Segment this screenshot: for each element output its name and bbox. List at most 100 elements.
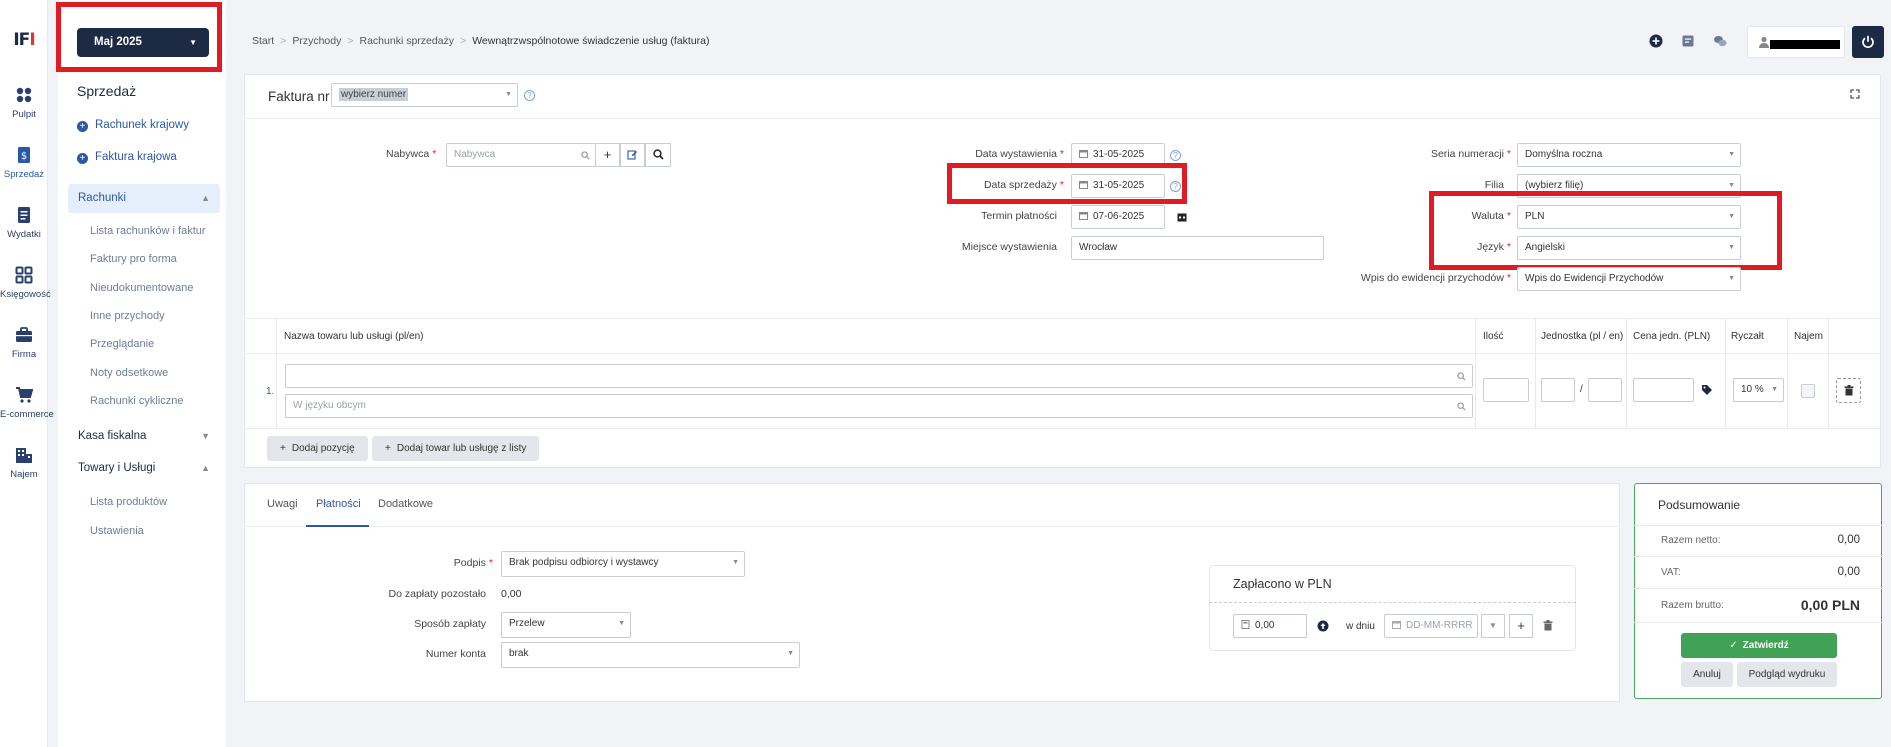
user-menu[interactable]: [1747, 26, 1845, 58]
row-number: 1.: [266, 386, 275, 397]
rail-item-ecommerce[interactable]: E-commerce: [0, 386, 54, 420]
numbering-series-label: Seria numeracji *: [1430, 148, 1511, 160]
paid-panel-title: Zapłacono w PLN: [1233, 577, 1332, 591]
divider: [1634, 622, 1882, 623]
paid-date-input[interactable]: DD-MM-RRRR: [1384, 614, 1478, 638]
expand-icon[interactable]: [1850, 89, 1860, 99]
tab-platnosci[interactable]: Płatności: [316, 498, 361, 510]
ifi-logo[interactable]: IFI: [8, 30, 40, 50]
signature-select[interactable]: Brak podpisu odbiorcy i wystawcy ▼: [501, 551, 745, 577]
cancel-button[interactable]: Anuluj: [1681, 662, 1733, 687]
tab-dodatkowe[interactable]: Dodatkowe: [378, 498, 433, 510]
unit-price-input[interactable]: [1633, 378, 1694, 402]
breadcrumb-rachunki[interactable]: Rachunki sprzedaży: [360, 35, 455, 47]
chevron-down-icon: ▼: [787, 650, 794, 657]
numbering-series-select[interactable]: Domyślna roczna ▼: [1517, 143, 1741, 167]
invoice-number-select[interactable]: wybierz numer ▼: [331, 83, 518, 107]
user-icon: [1759, 36, 1769, 48]
add-position-button[interactable]: + Dodaj pozycję: [267, 436, 368, 461]
issue-place-input[interactable]: Wrocław: [1071, 236, 1324, 260]
add-buyer-button[interactable]: +: [595, 143, 620, 167]
sidebar-section-towary[interactable]: Towary i Usługi ▲: [68, 454, 220, 483]
edit-icon: [627, 150, 637, 160]
svg-text:$: $: [21, 151, 27, 162]
arrow-up-circle-icon[interactable]: [1317, 620, 1329, 632]
divider: [1634, 525, 1882, 526]
print-preview-button[interactable]: Podgląd wydruku: [1737, 662, 1837, 687]
rail-item-firma[interactable]: Firma: [0, 326, 48, 360]
breadcrumb-start[interactable]: Start: [252, 35, 274, 47]
rail-item-ksiegowosc[interactable]: Księgowość: [0, 266, 51, 300]
remaining-value: 0,00: [501, 588, 522, 600]
ryczalt-select[interactable]: 10 % ▼: [1733, 378, 1784, 402]
column-separator: [276, 318, 277, 428]
account-number-select[interactable]: brak ▼: [501, 642, 800, 668]
table-top-border: [244, 318, 1881, 319]
tabs-divider: [244, 526, 1620, 527]
sidebar-link-faktura-krajowa[interactable]: + Faktura krajowa: [77, 151, 177, 164]
issue-date-label: Data wystawienia *: [975, 148, 1064, 160]
gross-total-value: 0,00 PLN: [1800, 597, 1860, 613]
confirm-button[interactable]: ✓ Zatwierdź: [1681, 633, 1837, 658]
notes-icon[interactable]: [1681, 34, 1695, 48]
sidebar-item-nieudokumentowane[interactable]: Nieudokumentowane: [90, 282, 193, 294]
sidebar-item-inne-przychody[interactable]: Inne przychody: [90, 310, 165, 322]
edit-buyer-button[interactable]: [620, 143, 645, 167]
rail-item-wydatki[interactable]: Wydatki: [0, 206, 48, 240]
chevron-down-icon: ▼: [505, 91, 512, 98]
income-record-select[interactable]: Wpis do Ewidencji Przychodów ▼: [1517, 267, 1741, 291]
column-header-ryczalt: Ryczałt: [1731, 331, 1764, 342]
rail-item-najem[interactable]: Najem: [0, 446, 48, 480]
rail-item-sprzedaz[interactable]: $ Sprzedaż: [0, 146, 48, 180]
sidebar-item-przegladanie[interactable]: Przeglądanie: [90, 338, 154, 350]
unit-en-input[interactable]: [1588, 378, 1622, 402]
paid-amount-input[interactable]: 0,00: [1233, 614, 1307, 638]
calendar-picker-icon[interactable]: [1177, 212, 1187, 222]
tag-icon[interactable]: [1701, 384, 1713, 396]
chevron-up-icon: ▲: [201, 463, 210, 473]
tab-uwagi[interactable]: Uwagi: [267, 498, 298, 510]
add-payment-button[interactable]: +: [1509, 614, 1533, 638]
sidebar-item-faktury-pro-forma[interactable]: Faktury pro forma: [90, 253, 177, 265]
unit-pl-input[interactable]: [1541, 378, 1575, 402]
column-header-price: Cena jedn. (PLN): [1633, 331, 1711, 342]
item-foreign-name-input[interactable]: W języku obcym: [285, 394, 1473, 418]
buyer-input[interactable]: Nabywca: [446, 143, 596, 167]
highlight-frame-sale-date: [947, 163, 1187, 204]
add-from-list-button[interactable]: + Dodaj towar lub usługę z listy: [372, 436, 540, 461]
paid-date-dropdown[interactable]: ▼: [1481, 614, 1505, 638]
payment-method-select[interactable]: Przelew ▼: [501, 612, 631, 638]
check-icon: ✓: [1729, 640, 1738, 651]
delete-row-button[interactable]: [1836, 378, 1861, 403]
help-icon[interactable]: ?: [524, 90, 535, 101]
help-icon[interactable]: ?: [1170, 150, 1181, 161]
sidebar-section-rachunki[interactable]: Rachunki ▲: [68, 184, 220, 213]
logout-button[interactable]: [1852, 26, 1884, 58]
quantity-input[interactable]: [1483, 378, 1529, 402]
payment-term-input[interactable]: 07-06-2025: [1071, 205, 1165, 229]
column-header-name: Nazwa towaru lub usługi (pl/en): [284, 331, 424, 342]
chat-icon[interactable]: [1713, 34, 1727, 48]
sidebar-item-rachunki-cykliczne[interactable]: Rachunki cykliczne: [90, 395, 184, 407]
divider: [1209, 602, 1576, 603]
chevron-right-icon: >: [347, 35, 354, 47]
sidebar-link-rachunek-krajowy[interactable]: + Rachunek krajowy: [77, 119, 189, 132]
sidebar-item-noty-odsetkowe[interactable]: Noty odsetkowe: [90, 367, 168, 379]
najem-checkbox[interactable]: [1801, 384, 1815, 398]
breadcrumb-przychody[interactable]: Przychody: [292, 35, 341, 47]
sidebar-item-ustawienia[interactable]: Ustawienia: [90, 525, 144, 537]
plus-circle-icon[interactable]: [1649, 34, 1663, 48]
item-name-input[interactable]: [285, 364, 1473, 388]
rail-item-pulpit[interactable]: Pulpit: [0, 86, 48, 120]
search-buyer-button[interactable]: [645, 143, 671, 167]
chevron-down-icon: ▼: [201, 431, 210, 441]
account-number-label: Numer konta: [425, 648, 486, 660]
trash-icon[interactable]: [1543, 620, 1553, 631]
sidebar-item-lista-rachunkow[interactable]: Lista rachunków i faktur: [90, 225, 206, 237]
sidebar-item-lista-produktow[interactable]: Lista produktów: [90, 496, 167, 508]
redacted-username: [1770, 40, 1840, 49]
building-icon: [16, 448, 32, 463]
icon-rail: IFI Pulpit $ Sprzedaż Wydatki Księgowość…: [0, 0, 54, 747]
chevron-down-icon: ▼: [618, 620, 625, 627]
sidebar-section-kasa-fiskalna[interactable]: Kasa fiskalna ▼: [68, 422, 220, 451]
